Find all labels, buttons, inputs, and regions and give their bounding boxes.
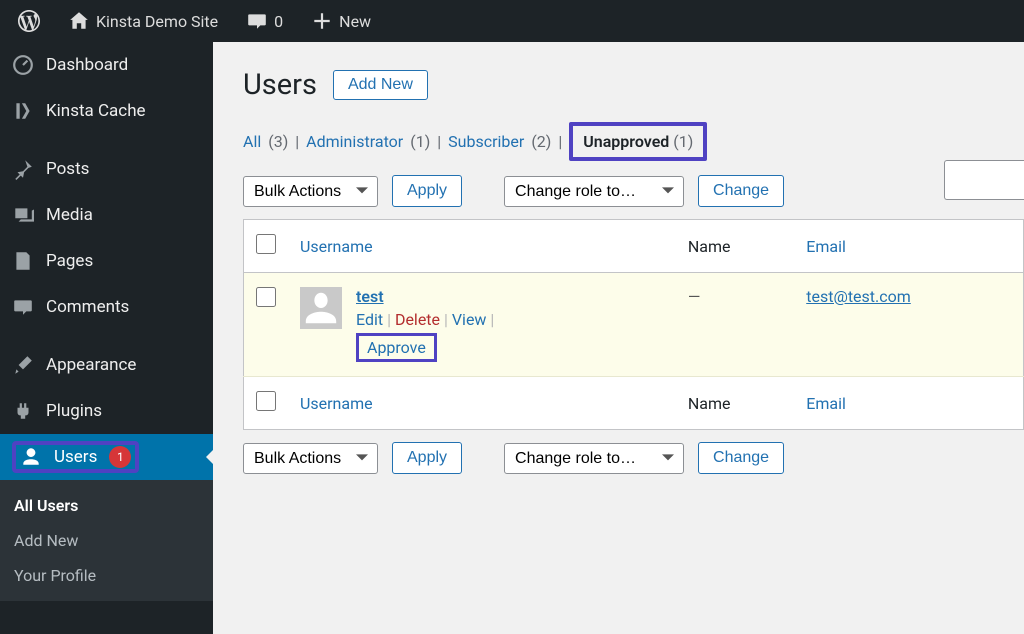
user-icon bbox=[20, 446, 42, 468]
menu-plugins[interactable]: Plugins bbox=[0, 388, 213, 434]
site-link[interactable]: Kinsta Demo Site bbox=[58, 10, 228, 32]
col-name: Name bbox=[676, 220, 794, 273]
new-label: New bbox=[339, 12, 371, 31]
comments-icon bbox=[12, 296, 34, 318]
tablenav-bottom: Bulk Actions Apply Change role to… Chang… bbox=[243, 442, 1024, 474]
row-action-approve[interactable]: Approve bbox=[367, 338, 426, 357]
search-input[interactable] bbox=[944, 160, 1024, 200]
apply-button[interactable]: Apply bbox=[392, 175, 462, 207]
approve-highlight: Approve bbox=[356, 333, 437, 362]
filter-unapproved[interactable]: Unapproved bbox=[583, 132, 669, 151]
submenu-your-profile[interactable]: Your Profile bbox=[0, 558, 213, 593]
filter-admin-count: (1) bbox=[410, 132, 430, 151]
change-button-bottom[interactable]: Change bbox=[698, 442, 784, 474]
submenu-add-new[interactable]: Add New bbox=[0, 523, 213, 558]
menu-posts[interactable]: Posts bbox=[0, 146, 213, 192]
select-all-checkbox[interactable] bbox=[256, 234, 276, 254]
col-email[interactable]: Email bbox=[806, 237, 846, 256]
wordpress-icon bbox=[18, 10, 40, 32]
main-content: Users Add New All (3) | Administrator (1… bbox=[213, 42, 1024, 634]
brush-icon bbox=[12, 354, 34, 376]
dashboard-icon bbox=[12, 54, 34, 76]
row-actions: Edit | Delete | View | Approve bbox=[356, 310, 494, 362]
filter-administrator[interactable]: Administrator bbox=[306, 132, 403, 151]
bulk-actions-select-bottom[interactable]: Bulk Actions bbox=[243, 443, 378, 474]
apply-button-bottom[interactable]: Apply bbox=[392, 442, 462, 474]
adminbar: Kinsta Demo Site 0 New bbox=[0, 0, 1024, 42]
row-action-view[interactable]: View bbox=[452, 310, 487, 329]
menu-label: Appearance bbox=[46, 355, 136, 375]
admin-sidebar: Dashboard Kinsta Cache Posts Media Pages… bbox=[0, 42, 213, 634]
row-action-edit[interactable]: Edit bbox=[356, 310, 383, 329]
row-checkbox[interactable] bbox=[256, 287, 276, 307]
menu-label: Pages bbox=[46, 251, 93, 271]
menu-label: Dashboard bbox=[46, 55, 128, 75]
menu-label: Media bbox=[46, 205, 93, 225]
menu-label: Plugins bbox=[46, 401, 102, 421]
filter-all[interactable]: All bbox=[243, 132, 261, 151]
menu-appearance[interactable]: Appearance bbox=[0, 342, 213, 388]
submenu-all-users[interactable]: All Users bbox=[0, 488, 213, 523]
users-submenu: All Users Add New Your Profile bbox=[0, 480, 213, 601]
add-new-button[interactable]: Add New bbox=[333, 70, 428, 100]
avatar-placeholder-icon bbox=[302, 289, 340, 327]
kinsta-icon bbox=[12, 100, 34, 122]
avatar bbox=[300, 287, 342, 329]
row-name: — bbox=[688, 287, 701, 306]
pin-icon bbox=[12, 158, 34, 180]
menu-label: Posts bbox=[46, 159, 89, 179]
home-icon bbox=[68, 10, 90, 32]
row-action-delete[interactable]: Delete bbox=[395, 310, 440, 329]
select-all-checkbox-bottom[interactable] bbox=[256, 391, 276, 411]
row-username[interactable]: test bbox=[356, 287, 384, 306]
table-row: test Edit | Delete | View | Approve bbox=[244, 273, 1024, 377]
change-role-select-bottom[interactable]: Change role to… bbox=[504, 443, 684, 474]
page-title: Users bbox=[243, 68, 317, 102]
menu-label: Kinsta Cache bbox=[46, 101, 146, 121]
users-table: Username Name Email test Edit bbox=[243, 219, 1024, 430]
col-name-bottom: Name bbox=[676, 377, 794, 430]
users-badge: 1 bbox=[109, 446, 131, 468]
col-username-bottom[interactable]: Username bbox=[300, 394, 373, 413]
row-email[interactable]: test@test.com bbox=[806, 287, 911, 306]
comment-icon bbox=[246, 10, 268, 32]
menu-kinsta-cache[interactable]: Kinsta Cache bbox=[0, 88, 213, 134]
change-button[interactable]: Change bbox=[698, 175, 784, 207]
media-icon bbox=[12, 204, 34, 226]
change-role-select[interactable]: Change role to… bbox=[504, 176, 684, 207]
menu-comments[interactable]: Comments bbox=[0, 284, 213, 330]
col-username[interactable]: Username bbox=[300, 237, 373, 256]
filter-subscriber[interactable]: Subscriber bbox=[448, 132, 524, 151]
page-icon bbox=[12, 250, 34, 272]
filter-unapproved-count: (1) bbox=[673, 132, 693, 151]
filter-links: All (3) | Administrator (1) | Subscriber… bbox=[243, 122, 1024, 161]
menu-dashboard[interactable]: Dashboard bbox=[0, 42, 213, 88]
filter-sub-count: (2) bbox=[531, 132, 551, 151]
plus-icon bbox=[311, 10, 333, 32]
comment-count: 0 bbox=[274, 12, 283, 31]
plugin-icon bbox=[12, 400, 34, 422]
filter-unapproved-highlight: Unapproved (1) bbox=[569, 122, 707, 161]
col-email-bottom[interactable]: Email bbox=[806, 394, 846, 413]
new-content-link[interactable]: New bbox=[301, 10, 381, 32]
site-name: Kinsta Demo Site bbox=[96, 12, 218, 31]
menu-users[interactable]: Users 1 bbox=[0, 434, 213, 480]
tablenav-top: Bulk Actions Apply Change role to… Chang… bbox=[243, 175, 1024, 207]
menu-label: Users bbox=[54, 447, 97, 467]
menu-label: Comments bbox=[46, 297, 129, 317]
comments-link[interactable]: 0 bbox=[236, 10, 293, 32]
wp-logo[interactable] bbox=[8, 10, 50, 32]
menu-pages[interactable]: Pages bbox=[0, 238, 213, 284]
menu-media[interactable]: Media bbox=[0, 192, 213, 238]
filter-all-count: (3) bbox=[268, 132, 288, 151]
bulk-actions-select[interactable]: Bulk Actions bbox=[243, 176, 378, 207]
